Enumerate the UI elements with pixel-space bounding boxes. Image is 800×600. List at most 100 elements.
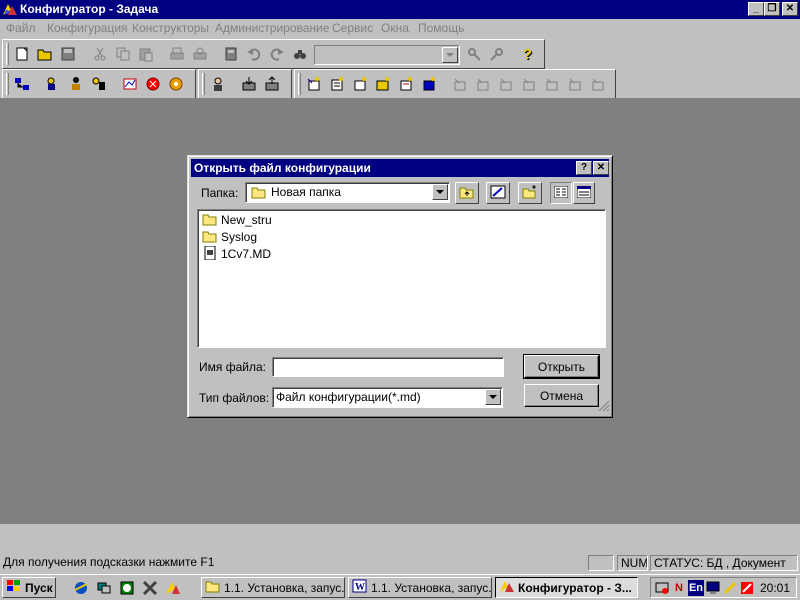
import-icon[interactable] — [240, 75, 258, 93]
print-icon[interactable] — [168, 45, 186, 63]
monitor-icon[interactable] — [167, 75, 185, 93]
debug-stop-icon[interactable] — [144, 75, 162, 93]
wizard-disabled-2-icon[interactable] — [474, 75, 492, 93]
open-button[interactable]: Открыть — [523, 354, 600, 379]
users-icon[interactable] — [44, 75, 62, 93]
find-prev-icon[interactable] — [488, 45, 506, 63]
new-document-icon[interactable] — [13, 45, 31, 63]
wizard-disabled-7-icon[interactable] — [589, 75, 607, 93]
tray-network-icon[interactable] — [654, 580, 670, 596]
filetype-select-arrow[interactable] — [485, 389, 501, 405]
menu-administration[interactable]: Администрирование — [215, 21, 329, 35]
save-icon[interactable] — [59, 45, 77, 63]
up-one-level-button[interactable] — [455, 182, 479, 204]
export-icon[interactable] — [263, 75, 281, 93]
list-item-name: New_stru — [221, 213, 272, 227]
copy-icon[interactable] — [114, 45, 132, 63]
desktop-button[interactable] — [486, 182, 510, 204]
dialog-help-button[interactable]: ? — [576, 161, 592, 175]
journal-toolbar — [198, 69, 292, 99]
filename-input[interactable] — [272, 357, 504, 377]
tray-language-icon[interactable]: En — [688, 580, 704, 596]
menu-help[interactable]: Помощь — [418, 21, 464, 35]
standard-toolbar: ?? — [2, 39, 545, 69]
list-item-name: Syslog — [221, 230, 258, 244]
search-combo[interactable] — [314, 45, 460, 65]
wizard-disabled-4-icon[interactable] — [520, 75, 538, 93]
filetype-select[interactable]: Файл конфигурации(*.md) — [272, 387, 503, 408]
menu-constructors[interactable]: Конструкторы — [132, 21, 209, 35]
task-button-word[interactable]: W 1.1. Установка, запус... — [348, 577, 492, 598]
filetype-select-value: Файл конфигурации(*.md) — [276, 390, 421, 404]
wizard-disabled-5-icon[interactable] — [543, 75, 561, 93]
menu-bar: Файл Конфигурация Конструкторы Администр… — [0, 19, 800, 38]
start-button[interactable]: Пуск — [2, 577, 56, 598]
list-item[interactable]: New_stru — [202, 212, 272, 228]
list-item[interactable]: Syslog — [202, 229, 257, 245]
tray-n-icon[interactable]: N — [671, 580, 687, 596]
cut-icon[interactable] — [91, 45, 109, 63]
toolbar-grip[interactable] — [298, 73, 301, 95]
folder-icon — [202, 212, 218, 229]
tray-pen-icon[interactable] — [722, 580, 738, 596]
open-folder-icon[interactable] — [36, 45, 54, 63]
details-view-button[interactable] — [573, 182, 595, 204]
file-list[interactable]: New_stru Syslog 1Cv7.MD — [197, 209, 606, 348]
new-folder-icon — [522, 184, 538, 202]
dialog-close-button[interactable]: ✕ — [593, 161, 609, 175]
list-item[interactable]: 1Cv7.MD — [202, 245, 271, 262]
task-button-configurator[interactable]: Конфигуратор - З... — [495, 577, 638, 598]
tray-monitor-icon[interactable] — [705, 580, 721, 596]
menu-windows[interactable]: Окна — [381, 21, 409, 35]
combo-arrow[interactable] — [442, 47, 458, 63]
menu-file[interactable]: Файл — [6, 21, 36, 35]
wizard-disabled-1-icon[interactable] — [451, 75, 469, 93]
folder-combo-arrow[interactable] — [432, 184, 448, 200]
wizard-3-icon[interactable] — [351, 75, 369, 93]
wizard-4-icon[interactable] — [374, 75, 392, 93]
status-num: NUM — [617, 555, 648, 571]
find-icon[interactable] — [291, 45, 309, 63]
wizard-disabled-3-icon[interactable] — [497, 75, 515, 93]
wizard-1-icon[interactable] — [305, 75, 323, 93]
report-icon[interactable] — [121, 75, 139, 93]
find-next-icon[interactable] — [465, 45, 483, 63]
metadata-tree-icon[interactable] — [13, 75, 31, 93]
user-keys-icon[interactable] — [90, 75, 108, 93]
calculator-icon[interactable] — [222, 45, 240, 63]
wizard-6-icon[interactable] — [420, 75, 438, 93]
undo-icon[interactable] — [245, 45, 263, 63]
quick-launch-tool-icon[interactable] — [141, 579, 159, 597]
user-rights-icon[interactable] — [67, 75, 85, 93]
quick-launch-network-icon[interactable] — [95, 579, 113, 597]
paste-icon[interactable] — [137, 45, 155, 63]
help-icon[interactable]: ?? — [519, 45, 537, 63]
list-view-button[interactable] — [550, 182, 572, 204]
cancel-button[interactable]: Отмена — [524, 384, 599, 407]
quick-launch-clock-icon[interactable] — [118, 579, 136, 597]
svg-text:W: W — [355, 582, 365, 593]
menu-configuration[interactable]: Конфигурация — [47, 21, 128, 35]
task-button-folder[interactable]: 1.1. Установка, запус... — [201, 577, 345, 598]
minimize-button[interactable]: _ — [748, 2, 764, 16]
new-folder-button[interactable] — [518, 182, 542, 204]
redo-icon[interactable] — [268, 45, 286, 63]
toolbar-grip[interactable] — [6, 73, 9, 95]
wizard-2-icon[interactable] — [328, 75, 346, 93]
folder-combo[interactable]: Новая папка — [245, 182, 450, 203]
title-bar: Конфигуратор - Задача _ ❐ ✕ — [0, 0, 800, 19]
maximize-button[interactable]: ❐ — [764, 2, 780, 16]
menu-service[interactable]: Сервис — [332, 21, 373, 35]
print-preview-icon[interactable] — [191, 45, 209, 63]
wizard-5-icon[interactable] — [397, 75, 415, 93]
tray-antivirus-icon[interactable] — [739, 580, 755, 596]
toolbar-grip[interactable] — [6, 43, 9, 65]
wizard-disabled-6-icon[interactable] — [566, 75, 584, 93]
quick-launch-app-icon[interactable] — [164, 579, 182, 597]
resize-grip-icon[interactable] — [598, 400, 610, 415]
toolbar-grip[interactable] — [202, 73, 205, 95]
dialog-title-bar: Открыть файл конфигурации ? ✕ — [191, 159, 609, 177]
close-button[interactable]: ✕ — [782, 2, 798, 16]
quick-launch-ie-icon[interactable] — [72, 579, 90, 597]
user-person-icon[interactable] — [209, 75, 227, 93]
